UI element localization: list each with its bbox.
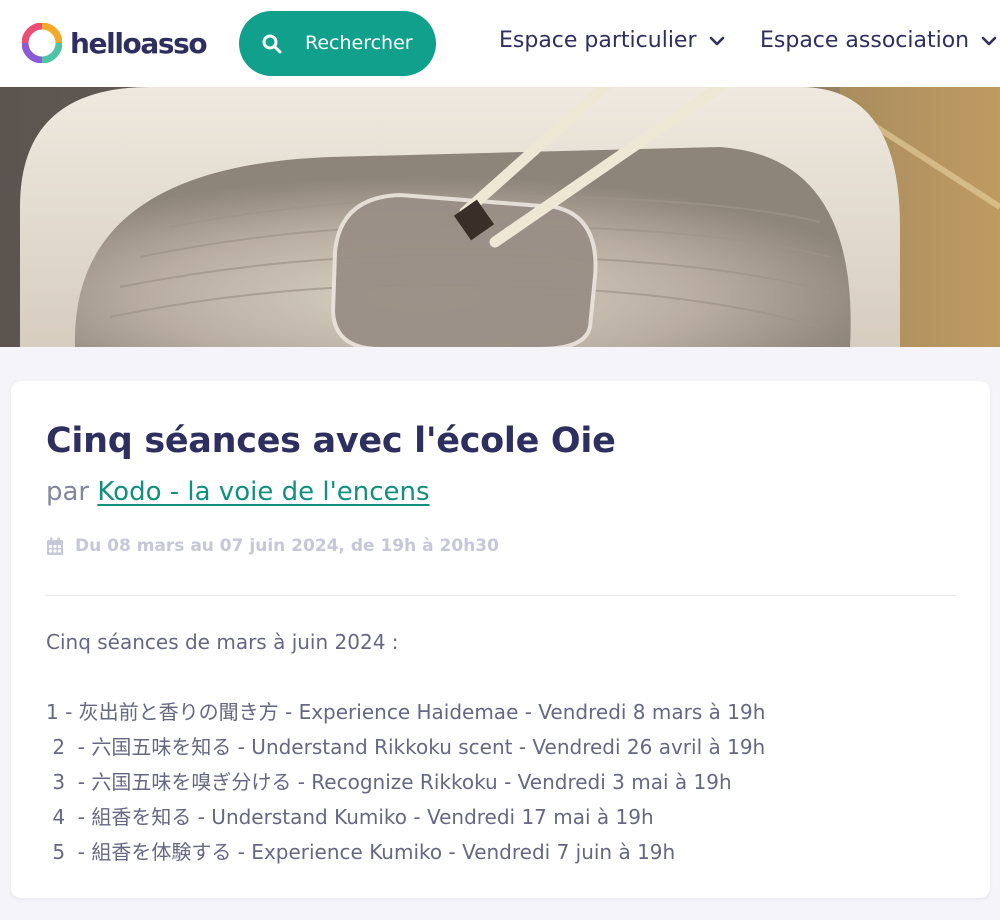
logo-text: helloasso: [70, 26, 208, 60]
search-icon: [262, 34, 282, 54]
event-description: Cinq séances de mars à juin 2024 : 1 - 灰…: [46, 625, 765, 870]
description-intro: Cinq séances de mars à juin 2024 :: [46, 630, 399, 654]
divider: [46, 595, 956, 596]
search-button-label: Rechercher: [305, 32, 413, 54]
nav-espace-association[interactable]: Espace association: [760, 28, 997, 53]
helloasso-logo[interactable]: helloasso: [22, 22, 208, 64]
by-prefix: par: [46, 477, 90, 507]
event-date-row: Du 08 mars au 07 juin 2024, de 19h à 20h…: [46, 536, 499, 556]
session-item: 1 - 灰出前と香りの聞き方 - Experience Haidemae - V…: [46, 700, 766, 724]
site-header: helloasso Rechercher Espace particulier …: [0, 0, 1000, 87]
helloasso-logo-mark-icon: [22, 23, 62, 63]
calendar-icon: [47, 537, 63, 555]
nav-espace-particulier-label: Espace particulier: [499, 28, 697, 53]
event-organizer-line: par Kodo - la voie de l'encens: [46, 477, 430, 507]
session-item: 2 - 六国五味を知る - Understand Rikkoku scent -…: [46, 735, 766, 759]
event-title: Cinq séances avec l'école Oie: [46, 421, 616, 461]
event-banner-image: [0, 87, 1000, 347]
session-item: 3 - 六国五味を嗅ぎ分ける - Recognize Rikkoku - Ven…: [46, 770, 732, 794]
nav-espace-association-label: Espace association: [760, 28, 970, 53]
session-item: 5 - 組香を体験する - Experience Kumiko - Vendre…: [46, 840, 676, 864]
session-item: 4 - 組香を知る - Understand Kumiko - Vendredi…: [46, 805, 654, 829]
event-card: Cinq séances avec l'école Oie par Kodo -…: [11, 381, 990, 898]
chevron-down-icon: [981, 36, 997, 45]
event-date: Du 08 mars au 07 juin 2024, de 19h à 20h…: [75, 536, 499, 556]
organizer-link[interactable]: Kodo - la voie de l'encens: [97, 477, 429, 507]
incense-bowl-photo: [0, 87, 1000, 347]
nav-espace-particulier[interactable]: Espace particulier: [499, 28, 725, 53]
chevron-down-icon: [709, 36, 724, 45]
search-button[interactable]: Rechercher: [239, 11, 436, 76]
